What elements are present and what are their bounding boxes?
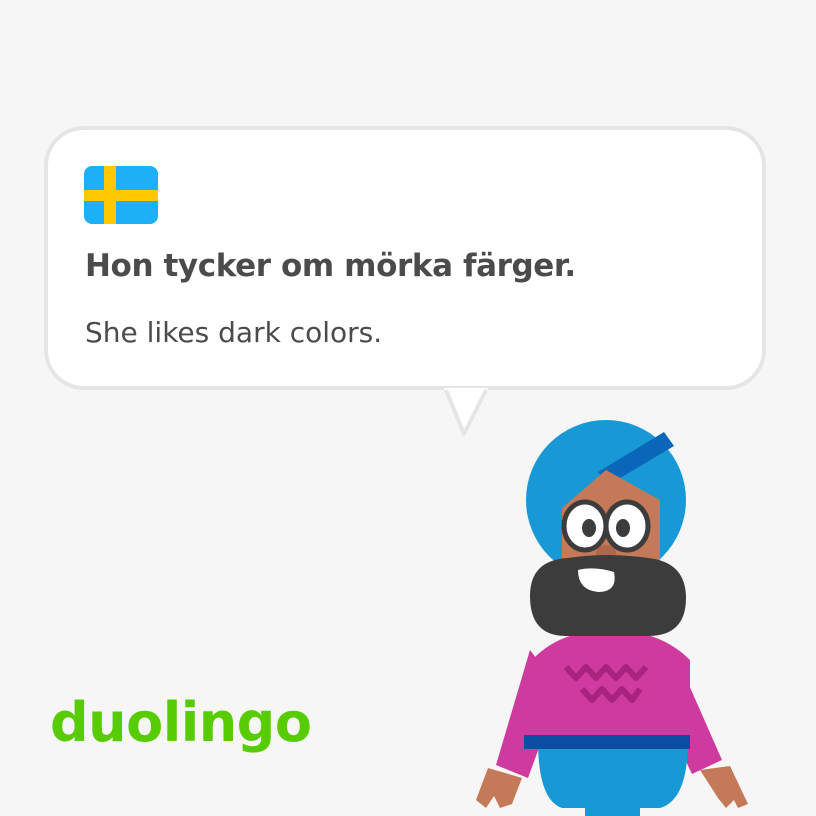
duolingo-logo: duolingo: [50, 691, 312, 754]
translation-text: She likes dark colors.: [85, 316, 383, 349]
sentence-text: Hon tycker om mörka färger.: [85, 248, 576, 284]
sweden-flag-icon: [84, 166, 158, 224]
duolingo-character-icon: [476, 420, 748, 816]
